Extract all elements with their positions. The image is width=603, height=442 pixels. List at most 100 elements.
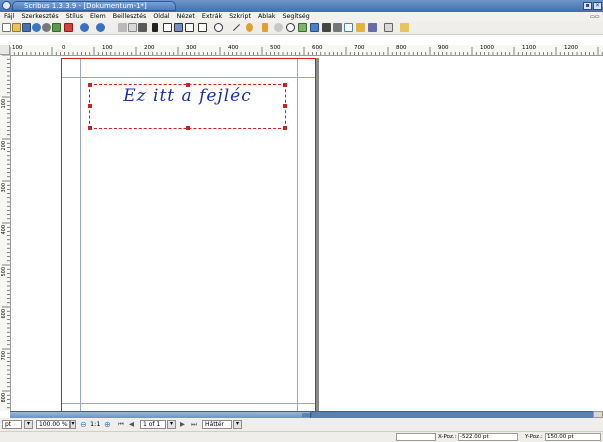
ruler-label: 900 <box>438 45 449 51</box>
resize-handle[interactable] <box>283 83 287 87</box>
unlink-frames-icon[interactable] <box>333 23 342 32</box>
app-menu-icon[interactable] <box>2 1 11 10</box>
freehand-icon[interactable] <box>262 23 268 32</box>
link-frames-icon[interactable] <box>322 23 331 32</box>
ruler-label: 400 <box>1 225 7 235</box>
horizontal-ruler-ticks <box>10 47 603 55</box>
menu-insert[interactable]: Beillesztés <box>113 13 147 20</box>
shape-icon[interactable] <box>198 23 207 32</box>
print-icon[interactable] <box>42 23 51 32</box>
measure-icon[interactable] <box>344 23 353 32</box>
line-icon[interactable] <box>232 23 241 32</box>
zoom-icon[interactable] <box>286 23 295 32</box>
zoom-out-icon[interactable]: ⊖ <box>80 420 87 429</box>
zoom-stepper[interactable]: ▾ <box>70 420 76 429</box>
y-position-label: Y-Poz.: <box>525 434 543 440</box>
unit-select[interactable]: pt <box>2 420 22 429</box>
resize-handle[interactable] <box>186 126 190 130</box>
ruler-label: 100 <box>12 45 23 51</box>
x-position-value: -522.00 pt <box>458 433 518 441</box>
horizontal-scrollbar[interactable] <box>10 411 593 418</box>
edit-text-icon[interactable] <box>310 23 319 32</box>
unit-dropdown-icon[interactable]: ▾ <box>24 420 33 429</box>
ruler-label: 1200 <box>564 45 578 51</box>
pdf-icon[interactable] <box>64 23 73 32</box>
menu-windows[interactable]: Ablak <box>258 13 276 20</box>
ruler-label: 200 <box>144 45 155 51</box>
open-icon[interactable] <box>12 23 21 32</box>
menu-page[interactable]: Oldal <box>153 13 169 20</box>
table-icon[interactable] <box>185 23 194 32</box>
ruler-label: 700 <box>354 45 365 51</box>
header-text-frame[interactable]: Ez itt a fejléc <box>88 83 287 130</box>
previous-page-icon[interactable]: ◀ <box>129 420 134 429</box>
menu-extras[interactable]: Extrák <box>202 13 222 20</box>
pdf-tools-icon[interactable] <box>384 23 393 32</box>
ruler-label: 1100 <box>522 45 536 51</box>
polygon-icon[interactable] <box>214 23 223 32</box>
horizontal-ruler[interactable]: 100 0 100 200 300 400 500 600 700 800 90… <box>10 45 603 56</box>
document-canvas[interactable]: Ez itt a fejléc <box>11 56 591 416</box>
zoom-in-icon[interactable]: ⊕ <box>104 420 111 429</box>
undo-icon[interactable] <box>80 23 89 32</box>
close-doc-icon[interactable] <box>32 23 41 32</box>
status-bar: X-Poz.: -522.00 pt Y-Poz.: 150.00 pt <box>0 431 603 442</box>
ruler-label: 400 <box>228 45 239 51</box>
page-select[interactable]: 1 of 1 <box>140 420 166 429</box>
save-icon[interactable] <box>22 23 31 32</box>
eyedropper-icon[interactable] <box>368 23 377 32</box>
layer-select[interactable]: Háttér <box>202 420 232 429</box>
view-controls-bar: pt ▾ 100.00 % ▾ ⊖ 1:1 ⊕ ⏮ ◀ 1 of 1 ▾ ▶ ⏭… <box>0 418 603 431</box>
ruler-label: 600 <box>1 309 7 319</box>
menu-file[interactable]: Fájl <box>4 13 14 20</box>
copy-icon[interactable] <box>128 23 137 32</box>
bezier-icon[interactable] <box>246 23 253 32</box>
paste-icon[interactable] <box>138 23 147 32</box>
menu-help[interactable]: Segítség <box>283 13 310 20</box>
scroll-right-button[interactable] <box>593 411 603 418</box>
ruler-label: 200 <box>1 141 7 151</box>
minimize-button[interactable]: ▪ <box>583 2 592 10</box>
ruler-label: 0 <box>62 45 66 51</box>
menu-item[interactable]: Elem <box>90 13 106 20</box>
pdf-annotations-icon[interactable] <box>400 23 409 32</box>
last-page-icon[interactable]: ⏭ <box>191 420 197 429</box>
text-frame-icon[interactable] <box>163 23 172 32</box>
layer-dropdown-icon[interactable]: ▾ <box>233 420 242 429</box>
menu-edit[interactable]: Szerkesztés <box>21 13 58 20</box>
header-text[interactable]: Ez itt a fejléc <box>90 86 285 106</box>
menu-bar: Fájl Szerkesztés Stílus Elem Beillesztés… <box>0 12 603 22</box>
margin-guide-bottom <box>62 403 315 404</box>
ruler-label: 700 <box>1 351 7 361</box>
select-icon[interactable] <box>152 23 158 32</box>
main-toolbar <box>0 22 603 35</box>
page-dropdown-icon[interactable]: ▾ <box>167 420 176 429</box>
menu-script[interactable]: Szkript <box>229 13 251 20</box>
menu-view[interactable]: Nézet <box>177 13 195 20</box>
vertical-ruler[interactable]: 100 200 300 400 500 600 700 800 <box>0 55 11 411</box>
menu-style[interactable]: Stílus <box>66 13 83 20</box>
window-restore-icon[interactable]: ▭▭ <box>590 12 599 22</box>
first-page-icon[interactable]: ⏮ <box>118 420 124 429</box>
vertical-scrollbar[interactable] <box>591 56 603 410</box>
resize-handle[interactable] <box>186 83 190 87</box>
document-page[interactable]: Ez itt a fejléc <box>61 58 316 416</box>
rotate-icon[interactable] <box>274 23 283 32</box>
resize-handle[interactable] <box>283 126 287 130</box>
resize-handle[interactable] <box>88 83 92 87</box>
cut-icon[interactable] <box>118 23 127 32</box>
zoom-ratio-button[interactable]: 1:1 <box>90 420 100 429</box>
edit-contents-icon[interactable] <box>298 23 307 32</box>
resize-handle[interactable] <box>88 104 92 108</box>
resize-handle[interactable] <box>88 126 92 130</box>
new-icon[interactable] <box>2 23 11 32</box>
next-page-icon[interactable]: ▶ <box>180 420 185 429</box>
resize-handle[interactable] <box>283 104 287 108</box>
window-title: Scribus 1.3.3.9 - [Dokumentum-1*] <box>24 2 147 10</box>
close-button[interactable]: ✕ <box>593 2 602 10</box>
preflight-icon[interactable] <box>52 23 61 32</box>
redo-icon[interactable] <box>96 23 105 32</box>
zoom-input[interactable]: 100.00 % <box>36 420 70 429</box>
copy-properties-icon[interactable] <box>356 23 365 32</box>
image-frame-icon[interactable] <box>174 23 183 32</box>
